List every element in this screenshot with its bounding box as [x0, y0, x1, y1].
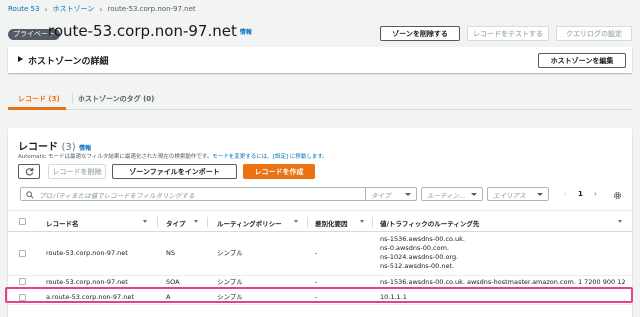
sort-icon[interactable]	[194, 220, 198, 223]
search-icon	[26, 190, 34, 199]
sort-icon[interactable]	[143, 220, 147, 223]
highlight-annotation	[5, 287, 633, 303]
create-record-button[interactable]: レコードを作成	[243, 164, 315, 179]
alias-filter-select[interactable]: エイリアス	[487, 187, 549, 201]
record-type: SOA	[166, 278, 180, 286]
change-mode-link[interactable]: モードを変更するには、[設定] に移動します。	[212, 154, 328, 160]
routing-filter-select[interactable]: ルーティン...	[421, 187, 483, 201]
record-differentiator: -	[315, 249, 318, 257]
page-title-text: route-53.corp.non-97.net	[48, 22, 237, 40]
caret-right-icon[interactable]	[18, 56, 23, 62]
row-checkbox[interactable]	[19, 278, 26, 285]
test-record-button[interactable]: レコードをテストする	[467, 26, 549, 41]
sort-icon[interactable]	[618, 220, 622, 223]
tab-bar: レコード (3) ホストゾーンのタグ (0)	[8, 88, 632, 110]
record-policy: シンプル	[217, 278, 243, 286]
table-header: レコード名 タイプ ルーティングポリシー 差別化要因 値/トラフィックのルーティ…	[8, 210, 632, 232]
edit-hosted-zone-button[interactable]: ホストゾーンを編集	[538, 53, 626, 68]
record-search-input[interactable]: プロパティまたは値でレコードをフィルタリングする	[20, 187, 368, 201]
page-number[interactable]: 1	[578, 190, 583, 198]
sort-icon[interactable]	[360, 220, 364, 223]
record-value-line: ns-0.awsdns-00.com.	[380, 244, 450, 252]
delete-record-button[interactable]: レコードを削除	[48, 164, 106, 179]
info-link[interactable]: 情報	[240, 29, 252, 36]
chevron-right-icon: ›	[44, 4, 48, 14]
breadcrumb-current: route-53.corp.non-97.net	[107, 5, 196, 13]
column-routing-policy[interactable]: ルーティングポリシー	[217, 218, 282, 228]
caret-down-icon	[537, 193, 543, 196]
hosted-zone-details-label[interactable]: ホストゾーンの詳細	[28, 54, 109, 67]
search-placeholder: プロパティまたは値でレコードをフィルタリングする	[39, 192, 195, 200]
column-value[interactable]: 値/トラフィックのルーティング先	[380, 218, 479, 228]
breadcrumb: Route 53 › ホストゾーン › route-53.corp.non-97…	[8, 4, 196, 14]
caret-down-icon	[471, 193, 477, 196]
sort-icon[interactable]	[294, 220, 298, 223]
alias-filter-value: エイリアス	[493, 192, 526, 200]
type-filter-value: タイプ	[371, 192, 391, 200]
column-record-name[interactable]: レコード名	[46, 218, 79, 228]
refresh-icon	[25, 167, 33, 176]
column-divider	[372, 217, 373, 227]
record-value-line: ns-1536.awsdns-00.co.uk.	[380, 235, 465, 243]
import-zone-file-button[interactable]: ゾーンファイルをインポート	[112, 164, 237, 179]
search-mode-text: Automatic モードは最適なフィルタ結果に最適化された現在の検索動作です。	[18, 154, 213, 160]
row-checkbox[interactable]	[19, 250, 26, 257]
record-policy: シンプル	[217, 249, 243, 257]
record-value-line: ns-1024.awsdns-00.org.	[380, 253, 459, 261]
column-divider	[307, 217, 308, 227]
gear-icon[interactable]	[613, 191, 622, 200]
refresh-button[interactable]	[18, 164, 40, 179]
record-differentiator: -	[315, 278, 318, 286]
records-info-link[interactable]: 情報	[79, 145, 91, 152]
query-logging-button[interactable]: クエリログの設定	[556, 26, 632, 41]
breadcrumb-hosted-zones-link[interactable]: ホストゾーン	[53, 4, 95, 14]
record-type: NS	[166, 249, 175, 257]
type-filter-select[interactable]: タイプ	[365, 187, 417, 201]
active-tab-indicator	[8, 107, 66, 110]
record-value-line: ns-512.awsdns-00.net.	[380, 262, 455, 270]
record-value-line: ns-1536.awsdns-00.co.uk. awsdns-hostmast…	[380, 278, 626, 286]
breadcrumb-route53-link[interactable]: Route 53	[8, 5, 39, 13]
hosted-zone-details-panel: ホストゾーンの詳細 ホストゾーンを編集	[8, 47, 632, 73]
routing-filter-value: ルーティン...	[427, 192, 466, 200]
select-all-checkbox[interactable]	[19, 218, 26, 225]
column-divider	[207, 217, 208, 227]
tab-hosted-zone-tags[interactable]: ホストゾーンのタグ (0)	[78, 94, 154, 104]
prev-page-icon[interactable]: ‹	[564, 190, 567, 198]
record-name: route-53.corp.non-97.net	[46, 278, 128, 286]
column-differentiator[interactable]: 差別化要因	[315, 218, 348, 228]
column-divider	[157, 217, 158, 227]
tab-records[interactable]: レコード (3)	[18, 94, 60, 104]
chevron-right-icon: ›	[99, 4, 103, 14]
records-heading: レコード (3) 情報	[18, 138, 91, 153]
record-name: route-53.corp.non-97.net	[46, 249, 128, 257]
search-mode-description: Automatic モードは最適なフィルタ結果に最適化された現在の検索動作です。…	[18, 152, 328, 160]
caret-down-icon	[405, 193, 411, 196]
table-row[interactable]: route-53.corp.non-97.net NS シンプル - ns-15…	[8, 232, 632, 276]
delete-zone-button[interactable]: ゾーンを削除する	[380, 26, 460, 41]
next-page-icon[interactable]: ›	[594, 190, 597, 198]
page-title: route-53.corp.non-97.net 情報	[48, 22, 252, 40]
column-type[interactable]: タイプ	[166, 218, 186, 228]
tab-divider	[72, 93, 73, 105]
